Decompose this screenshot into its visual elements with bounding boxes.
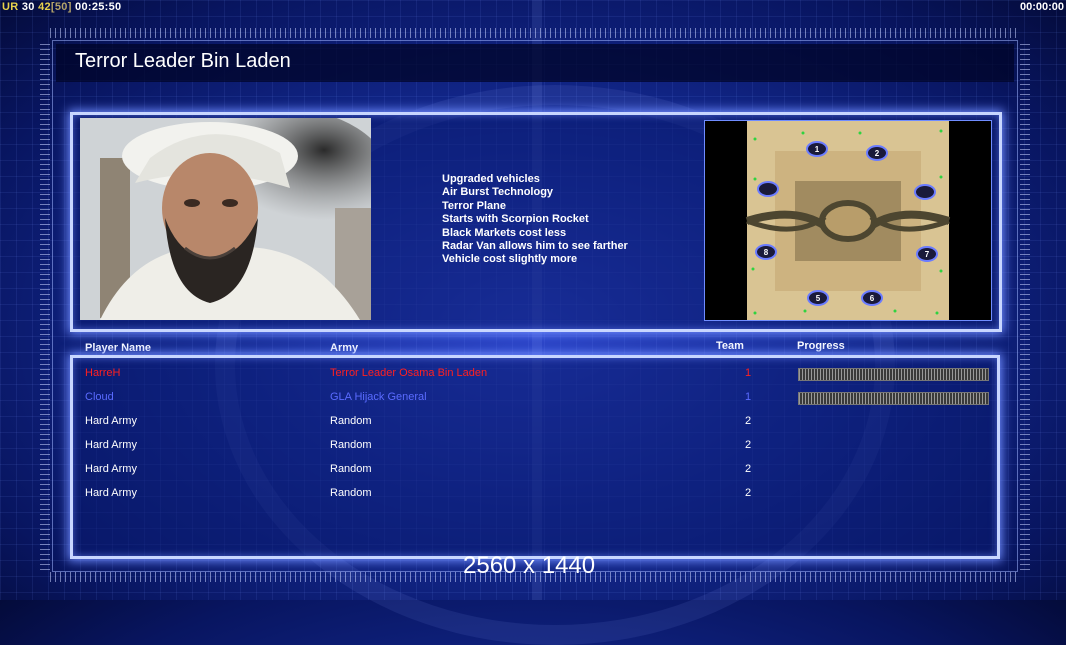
trait-item: Upgraded vehicles bbox=[442, 173, 540, 185]
header-army: Army bbox=[330, 342, 359, 354]
player-team: 1 bbox=[745, 367, 752, 379]
hud-stats: UR 30 42[50] 00:25:50 bbox=[2, 1, 121, 13]
hud-val-1: 30 bbox=[21, 1, 35, 13]
trait-item: Vehicle cost slightly more bbox=[442, 253, 578, 266]
map-preview: 1 2 8 7 5 6 bbox=[704, 120, 992, 321]
trait-item: Air Burst Technology bbox=[442, 186, 554, 199]
player-name: Hard Army bbox=[85, 463, 137, 475]
player-row: Cloud GLA Hijack General 1 bbox=[85, 391, 990, 407]
player-army: Terror Leader Osama Bin Laden bbox=[330, 367, 488, 379]
right-ruler bbox=[1020, 40, 1030, 570]
player-army: Random bbox=[330, 439, 372, 451]
start-marker-4 bbox=[914, 184, 936, 200]
players-table-panel bbox=[70, 355, 1000, 559]
start-marker-3 bbox=[757, 181, 779, 197]
top-ruler bbox=[50, 28, 1016, 38]
player-row: Hard Army Random 2 bbox=[85, 487, 990, 503]
loading-progress-bar bbox=[798, 368, 989, 381]
hud-val-2: 42 bbox=[38, 1, 51, 13]
player-army: Random bbox=[330, 463, 372, 475]
player-army: Random bbox=[330, 487, 372, 499]
start-label-6: 6 bbox=[870, 294, 875, 303]
player-name: Hard Army bbox=[85, 415, 137, 427]
player-army: GLA Hijack General bbox=[330, 391, 427, 403]
player-team: 2 bbox=[745, 439, 752, 451]
player-team: 1 bbox=[745, 391, 752, 403]
player-row: Hard Army Random 2 bbox=[85, 463, 990, 479]
resolution-label: 2560 x 1440 bbox=[463, 552, 596, 579]
trait-item: Radar Van allows him to see farther bbox=[442, 240, 628, 253]
trait-item: Starts with Scorpion Rocket bbox=[442, 213, 589, 226]
general-traits-list: Upgraded vehicles Air Burst Technology T… bbox=[442, 173, 628, 267]
start-label-8: 8 bbox=[764, 248, 769, 257]
map-minimap: 1 2 8 7 5 6 bbox=[745, 121, 951, 320]
left-ruler bbox=[40, 40, 50, 570]
player-row: Hard Army Random 2 bbox=[85, 439, 990, 455]
hud-timer: 00:00:00 bbox=[1019, 1, 1064, 13]
player-team: 2 bbox=[745, 487, 752, 499]
hud-ur: UR bbox=[2, 1, 19, 13]
player-name: Hard Army bbox=[85, 487, 137, 499]
start-label-5: 5 bbox=[816, 294, 821, 303]
hud-clock: 00:25:50 bbox=[75, 1, 122, 13]
player-team: 2 bbox=[745, 463, 752, 475]
portrait-image bbox=[80, 118, 371, 320]
trait-item: Black Markets cost less bbox=[442, 226, 567, 239]
start-label-7: 7 bbox=[925, 250, 930, 259]
general-portrait bbox=[80, 118, 371, 320]
player-row: HarreH Terror Leader Osama Bin Laden 1 bbox=[85, 367, 990, 383]
header-player-name: Player Name bbox=[85, 342, 152, 354]
trait-item: Terror Plane bbox=[442, 199, 506, 212]
player-team: 2 bbox=[745, 415, 752, 427]
player-name: HarreH bbox=[85, 367, 121, 379]
start-label-1: 1 bbox=[815, 145, 820, 154]
hud-val-3: [50] bbox=[50, 1, 72, 13]
player-name: Hard Army bbox=[85, 439, 137, 451]
header-team: Team bbox=[716, 340, 744, 352]
player-row: Hard Army Random 2 bbox=[85, 415, 990, 431]
loading-progress-bar bbox=[798, 392, 989, 405]
player-army: Random bbox=[330, 415, 372, 427]
header-progress: Progress bbox=[797, 340, 845, 352]
page-title: Terror Leader Bin Laden bbox=[75, 50, 291, 72]
start-label-2: 2 bbox=[875, 149, 880, 158]
player-name: Cloud bbox=[85, 391, 114, 403]
